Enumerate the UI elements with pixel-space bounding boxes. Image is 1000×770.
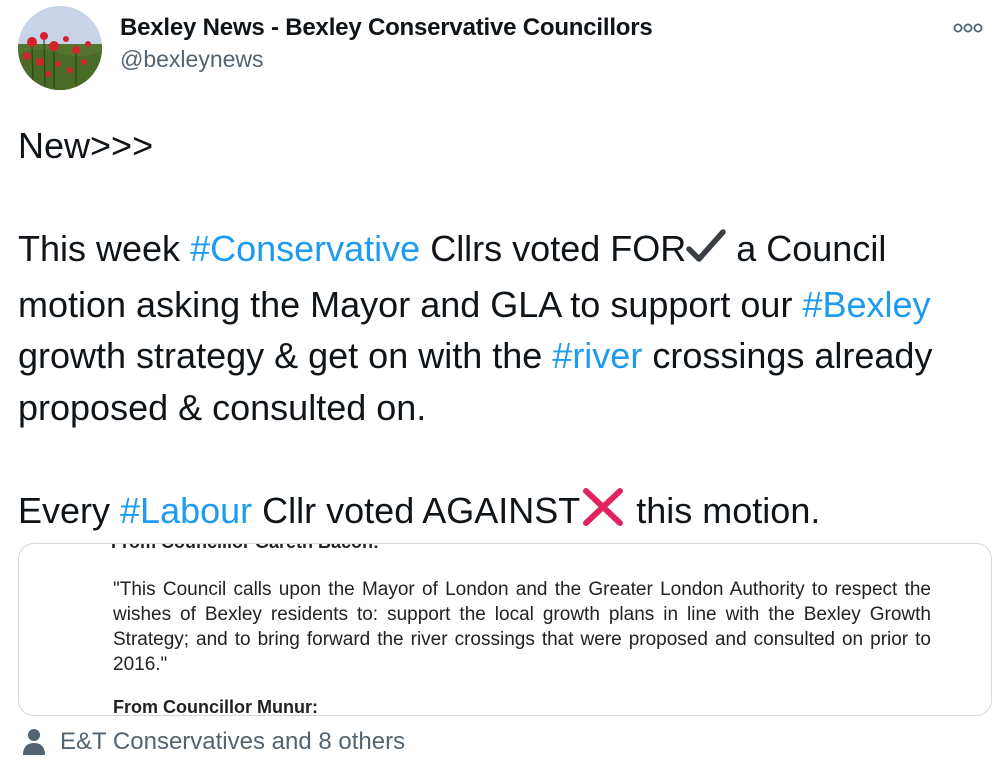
author-handle[interactable]: @bexleynews <box>120 46 653 73</box>
person-icon <box>22 728 46 756</box>
text-run: Cllrs voted FOR <box>420 228 687 269</box>
author-names: Bexley News - Bexley Conservative Counci… <box>120 14 653 73</box>
tweet-line-1: New>>> <box>18 125 154 166</box>
hashtag-bexley[interactable]: #Bexley <box>802 284 930 325</box>
tweet-header: Bexley News - Bexley Conservative Counci… <box>18 6 990 96</box>
text-run: Every <box>18 489 121 531</box>
tweet-paragraph-2: This week #Conservative Cllrs voted FOR … <box>18 223 978 433</box>
hashtag-conservative[interactable]: #Conservative <box>190 228 420 269</box>
hashtag-labour[interactable]: #Labour <box>120 490 252 531</box>
cross-mark-icon <box>580 487 626 541</box>
poppy-field-avatar-icon <box>18 6 102 90</box>
tweet-text: New>>> This week #Conservative Cllrs vot… <box>18 120 978 540</box>
hashtag-river[interactable]: #river <box>552 335 642 376</box>
author-avatar[interactable] <box>18 6 102 90</box>
text-run: growth strategy & get on with the <box>18 335 553 376</box>
more-options-icon <box>953 23 983 33</box>
tweet-paragraph-3: Every #Labour Cllr voted AGAINST this mo… <box>18 485 978 541</box>
document-footer-cut: From Councillor Munur: <box>113 697 318 716</box>
author-display-name[interactable]: Bexley News - Bexley Conservative Counci… <box>120 14 653 42</box>
text-run: This week <box>18 228 191 269</box>
document-header-cut: From Councillor Gareth Bacon: <box>111 544 379 553</box>
document-motion-quote: "This Council calls upon the Mayor of Lo… <box>113 579 931 675</box>
likes-footer[interactable]: E&T Conservatives and 8 others <box>22 726 405 758</box>
liked-by-text[interactable]: E&T Conservatives and 8 others <box>60 728 405 756</box>
text-run: this motion. <box>626 489 821 531</box>
text-run: Cllr voted AGAINST <box>252 489 581 531</box>
media-image-card[interactable]: From Councillor Gareth Bacon: "This Coun… <box>18 543 992 716</box>
checkmark-icon <box>686 227 726 279</box>
more-options-button[interactable] <box>952 18 984 38</box>
